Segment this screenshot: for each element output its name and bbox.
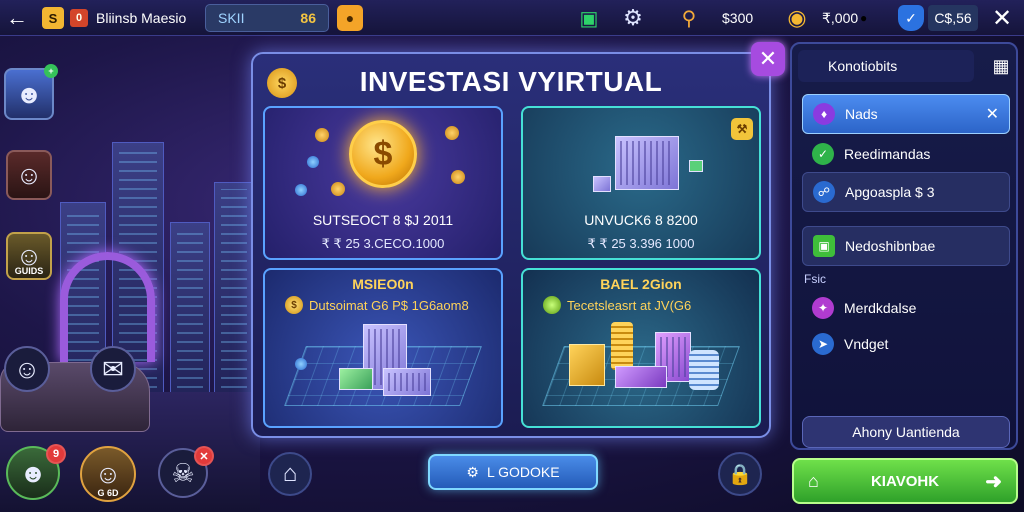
blue-coin-stack-icon [689,350,719,390]
card-heading: BAEL 2Gion [600,276,682,292]
key-icon[interactable]: ⚲ [676,4,702,32]
badge-icon: ✦ [812,297,834,319]
block-icon [593,176,611,192]
gold-coin-stack-icon [611,322,633,370]
arrow-left-icon[interactable]: ← [6,4,32,32]
arrow-right-icon: ➜ [985,470,1002,493]
card-name: UNVUCK6 8 8200 [584,212,698,228]
building-icon [383,368,431,396]
menu-item-apgoaspla[interactable]: ☍ Apgoaspla $ 3 [802,172,1010,212]
avatar-player-3[interactable]: ☺ GUIDS [6,232,52,280]
dollar-coin-icon: $ [349,120,417,188]
skill-field[interactable]: SKII 86 [205,4,329,32]
card-name: SUTSEOCT 8 $J 2011 [312,212,454,228]
gem-icon: ♦ [813,103,835,125]
office-building-icon [615,136,679,190]
app-title: Bliinsb Maesio [96,10,187,26]
avatar-friend-3[interactable]: ☠ ✕ [158,446,214,498]
coins-bag-icon[interactable]: ◉ [784,4,810,32]
confirm-button[interactable]: ⌂ KIAVOHK ➜ [792,458,1018,504]
menu-item-vndget[interactable]: ➤ Vndget [802,324,1010,364]
token-icon [307,156,319,168]
menu-item-label: Nedoshibnbae [845,238,936,254]
close-panel-icon[interactable]: ✕ [751,42,785,76]
menu-tab[interactable]: Konotiobits [798,50,974,82]
building-icon [339,368,373,390]
menu-item-label: Apgoaspla $ 3 [845,184,935,200]
avatar-player-4[interactable]: ☺ [4,346,50,392]
shield-value: C$,56 [928,5,978,31]
investment-panel: $ INVESTASI VYIRTUAL ✕ $ SUTSEOCT 8 $J 2… [251,42,785,438]
cube-icon: ▣ [813,235,835,257]
gold-block-icon [569,344,605,386]
menu-item-nads[interactable]: ♦ Nads ✕ [802,94,1010,134]
avatar-player-2[interactable]: ☺ [6,150,52,200]
right-menu-panel: Konotiobits ▦ ♦ Nads ✕ ✓ Reedimandas ☍ A… [790,42,1018,450]
lock-icon[interactable]: 🔒 [718,452,762,496]
investment-card-3[interactable]: MSIEO0n $ Dutsoimat G6 P$ 1G6aom8 [263,268,503,428]
card-value: ₹ ₹ 25 3.396 1000 [587,236,695,251]
badge-close[interactable]: ✕ [194,446,214,466]
house-icon: ⌂ [808,470,819,491]
right-panel-button[interactable]: Ahony Uantienda [802,416,1010,448]
investment-card-1[interactable]: $ SUTSEOCT 8 $J 2011 ₹ ₹ 25 3.CECO.1000 [263,106,503,260]
notification-badge-icon: 0 [70,9,88,27]
avatar-caption: GUIDS [14,266,44,276]
purple-block-icon [615,366,667,388]
avatar-friend-2[interactable]: ☺ G 6D [80,446,136,502]
section-label: Fsic [804,272,826,286]
menu-item-label: Reedimandas [844,146,931,162]
menu-item-reedimandas[interactable]: ✓ Reedimandas [802,134,1010,174]
coin-icon [331,182,345,196]
avatar-player-1[interactable]: ☻ + [4,64,58,120]
close-icon[interactable]: ✕ [992,4,1012,32]
avatar-caption: G 6D [97,488,119,498]
block-icon [689,160,703,172]
menu-item-label: Merdkdalse [844,300,917,316]
shield-icon[interactable]: ✓ [898,5,924,31]
investment-card-2[interactable]: ⚒ UNVUCK6 8 8200 ₹ ₹ 25 3.396 1000 [521,106,761,260]
close-icon[interactable]: ✕ [986,104,999,124]
top-bar: ← S 0 Bliinsb Maesio SKII 86 ● ▣ ⚙ ⚲ $30… [0,0,1024,36]
tools-icon: ⚒ [731,118,753,140]
investment-card-4[interactable]: BAEL 2Gion Tecetsleasrt at JV(G6 [521,268,761,428]
coin-icon[interactable]: ● [337,5,363,31]
skill-field-value: 86 [300,10,316,26]
coins-value: ₹,000 [822,9,859,26]
coin-icon [315,128,329,142]
badge-count: 9 [46,444,66,464]
compass-icon: ➤ [812,333,834,355]
coin-icon [451,170,465,184]
card-value: ₹ ₹ 25 3.CECO.1000 [321,236,445,251]
menu-item-label: Vndget [844,336,889,352]
menu-item-label: Nads [845,106,878,122]
menu-item-nedoshibnbae[interactable]: ▣ Nedoshibnbae [802,226,1010,266]
logo-icon: S [42,7,64,29]
avatar-friend-1[interactable]: ☻ 9 [6,444,66,500]
token-icon [295,358,307,370]
grid-icon[interactable]: ▦ [988,52,1014,80]
avatar-chat-icon[interactable]: ✉ [90,346,136,392]
token-icon [295,184,307,196]
card-heading: MSIEO0n [352,276,414,292]
globe-icon: ☍ [813,181,835,203]
check-icon: ✓ [812,143,834,165]
confirm-button-label: KIAVOHK [870,472,940,490]
primary-action-button[interactable]: ⚙ L GODOKE [428,454,598,490]
coin-icon [445,126,459,140]
gear-icon[interactable]: ⚙ [620,4,646,32]
finance-art [523,310,759,426]
city-art [265,310,501,426]
menu-item-merdkdalse[interactable]: ✦ Merdkdalse [802,288,1010,328]
primary-action-label: L GODOKE [486,464,560,480]
skill-field-label: SKII [218,10,245,26]
home-icon[interactable]: ⌂ [268,452,312,496]
building [214,182,254,422]
money-value: $300 [722,10,754,26]
separator-dot-icon: ● [860,11,868,25]
panel-title: INVESTASI VYIRTUAL [359,66,663,97]
gear-small-icon: ⚙ [466,463,479,480]
online-badge-icon: + [44,64,58,78]
green-cube-icon[interactable]: ▣ [576,4,602,32]
